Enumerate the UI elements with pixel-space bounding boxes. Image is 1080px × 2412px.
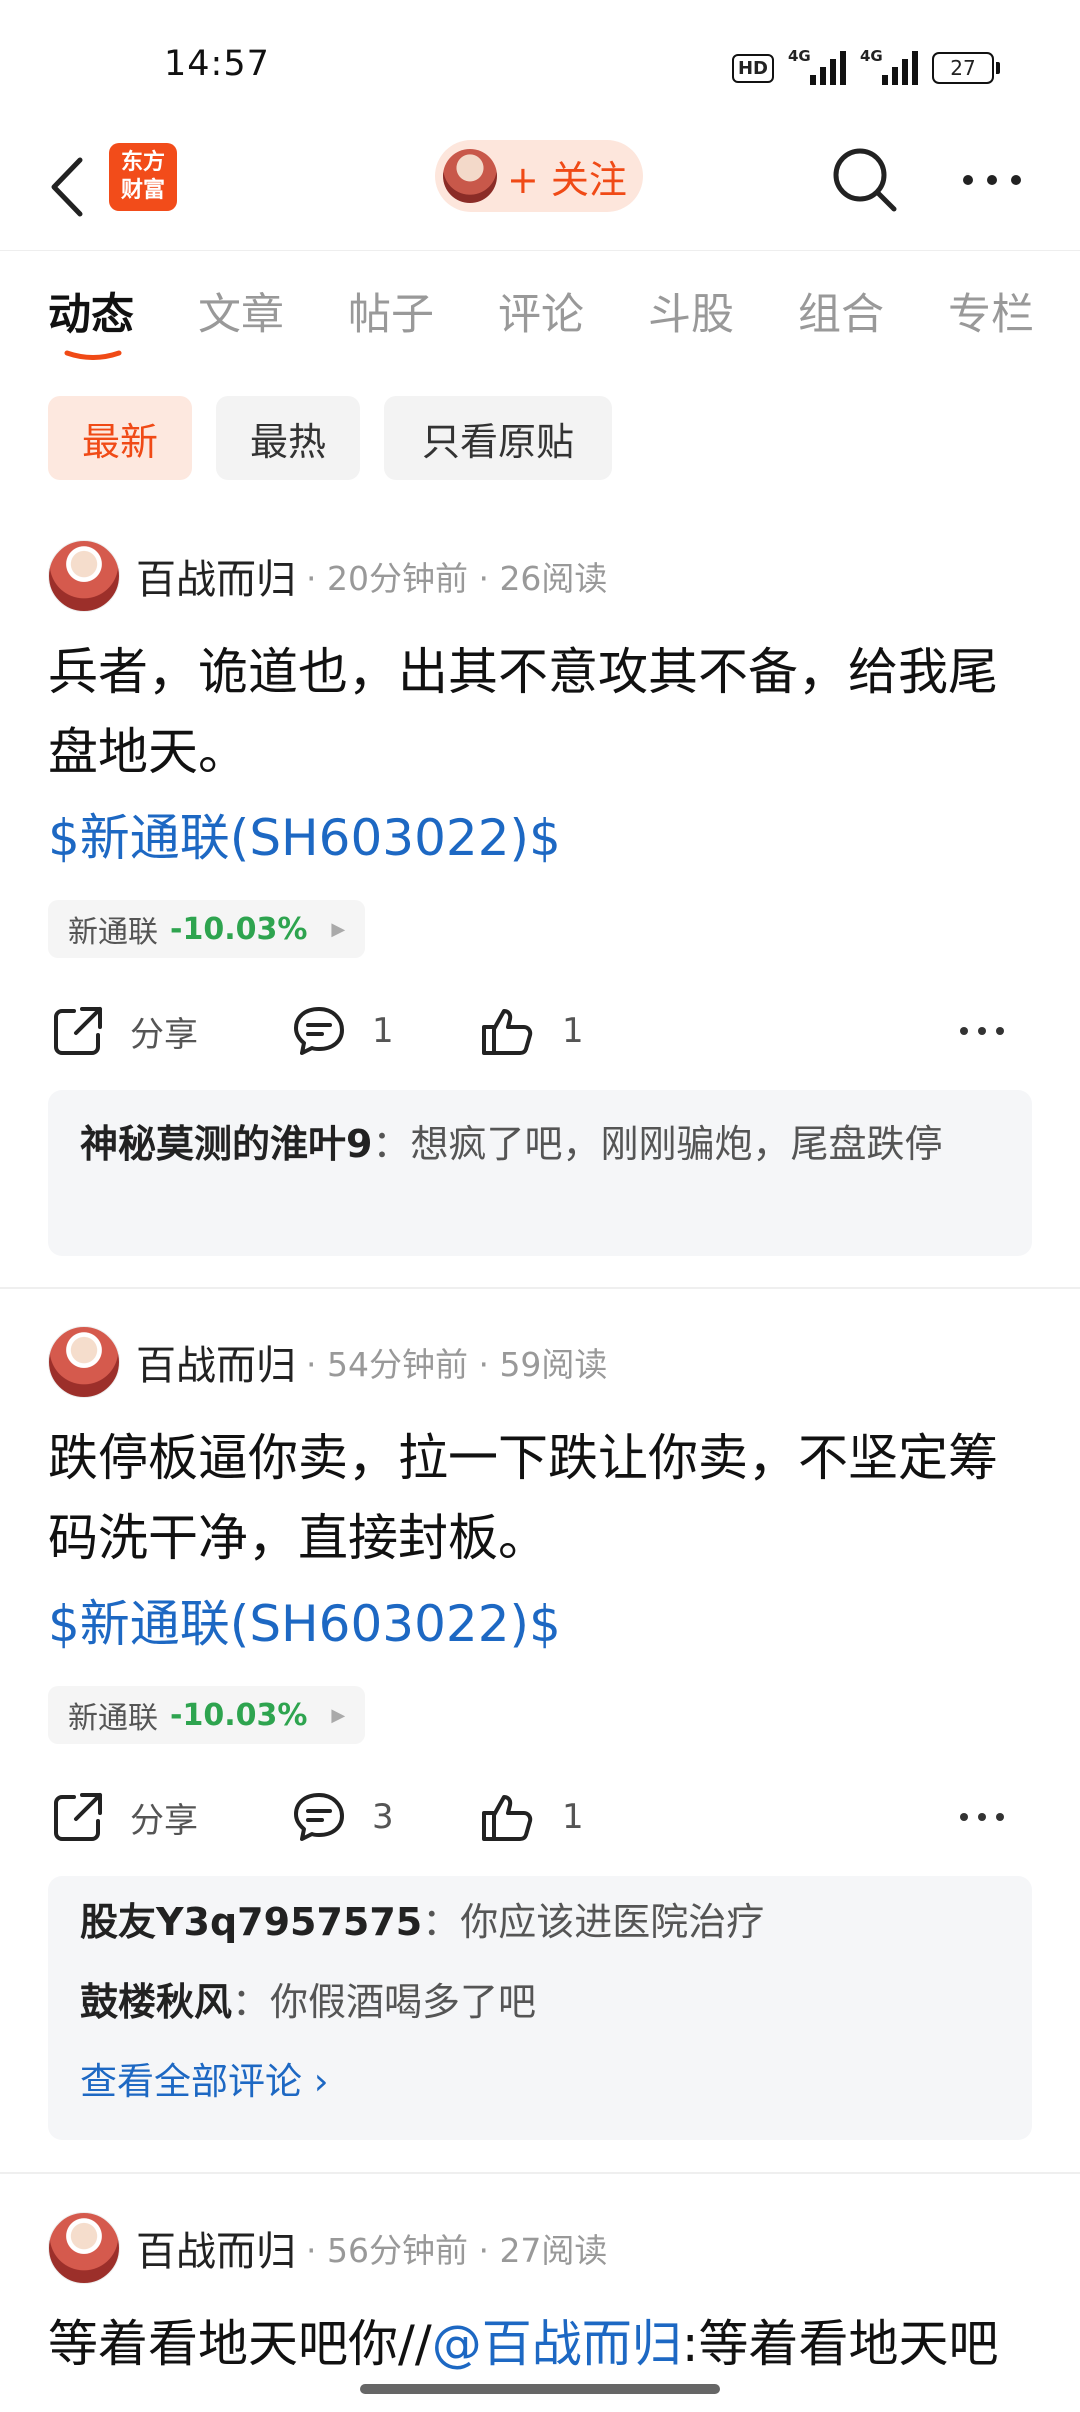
more-options-icon[interactable]: [960, 170, 1024, 190]
comment-item: 股友Y3q7957575：你应该进医院治疗: [80, 1900, 765, 1944]
mention-link[interactable]: @百战而归: [432, 2315, 682, 2373]
comment-preview[interactable]: 股友Y3q7957575：你应该进医院治疗 鼓楼秋风：你假酒喝多了吧 查看全部评…: [48, 1876, 1032, 2140]
comment-user: 股友Y3q7957575: [80, 1900, 423, 1944]
post-divider: [0, 1287, 1080, 1289]
more-options-icon: [960, 1813, 1004, 1821]
post-more-button[interactable]: [958, 1781, 1032, 1853]
follow-button[interactable]: + 关注: [435, 140, 643, 212]
tab-column[interactable]: 专栏: [948, 280, 1034, 342]
post-header: 百战而归 · 20分钟前 · 26阅读: [48, 540, 607, 612]
post-text: 等着看地天吧你//@百战而归:等着看地天吧: [48, 2315, 999, 2373]
tab-bar: 动态 文章 帖子 评论 斗股 组合 专栏: [0, 280, 1080, 360]
filter-hottest[interactable]: 最热: [216, 396, 360, 480]
tab-articles[interactable]: 文章: [198, 280, 284, 342]
avatar: [443, 149, 497, 203]
follow-label: + 关注: [507, 157, 627, 202]
post-actions: 分享 3 1: [48, 1781, 1032, 1853]
post-text: 跌停板逼你卖，拉一下跌让你卖，不坚定筹码洗干净，直接封板。: [48, 1429, 998, 1567]
signal-icon: 4G: [788, 47, 846, 85]
post-meta: · 20分钟前 · 26阅读: [306, 559, 608, 598]
comment-user: 神秘莫测的淮叶9: [80, 1122, 373, 1166]
avatar[interactable]: [48, 2212, 120, 2284]
like-button[interactable]: 1: [480, 1781, 584, 1853]
search-icon[interactable]: [828, 143, 900, 215]
comment-user: 鼓楼秋风: [80, 1980, 233, 2024]
filter-original-only[interactable]: 只看原贴: [384, 396, 612, 480]
post-header: 百战而归 · 56分钟前 · 27阅读: [48, 2212, 607, 2284]
comment-button[interactable]: 1: [292, 995, 394, 1067]
active-tab-indicator: [64, 350, 122, 360]
avatar[interactable]: [48, 1326, 120, 1398]
stock-change: -10.03%: [170, 1697, 308, 1733]
thumbs-up-icon: [482, 1795, 533, 1841]
comment-item: 神秘莫测的淮叶9：想疯了吧，刚刚骗炮，尾盘跌停: [80, 1122, 943, 1166]
chevron-right-icon: ▶: [331, 1704, 346, 1726]
battery-icon: 27: [932, 52, 1000, 84]
more-options-icon: [960, 1027, 1004, 1035]
view-all-comments-link[interactable]: 查看全部评论 ›: [80, 2042, 1000, 2122]
chevron-right-icon: ▶: [331, 918, 346, 940]
avatar[interactable]: [48, 540, 120, 612]
stock-quote-chip[interactable]: 新通联 -10.03% ▶: [48, 1686, 366, 1744]
stock-change: -10.03%: [170, 911, 308, 947]
post-divider: [0, 2172, 1080, 2174]
share-button[interactable]: 分享: [52, 995, 198, 1067]
share-icon: [54, 1007, 102, 1055]
comment-text: 你假酒喝多了吧: [270, 1980, 537, 2024]
post-meta: · 54分钟前 · 59阅读: [306, 1345, 608, 1384]
share-button[interactable]: 分享: [52, 1781, 198, 1853]
author-name[interactable]: 百战而归: [136, 2219, 296, 2277]
stock-name: 新通联: [68, 1701, 158, 1736]
stock-quote-chip[interactable]: 新通联 -10.03% ▶: [48, 900, 366, 958]
stock-name: 新通联: [68, 915, 158, 950]
comment-icon: [294, 1007, 344, 1055]
status-icons: HD 4G 4G 27: [731, 47, 1000, 88]
hd-voice-icon: HD: [731, 53, 774, 83]
post-header: 百战而归 · 54分钟前 · 59阅读: [48, 1326, 607, 1398]
tab-posts[interactable]: 帖子: [348, 280, 434, 342]
tab-portfolio[interactable]: 组合: [798, 280, 884, 342]
signal-icon-2: 4G: [860, 47, 918, 85]
author-name[interactable]: 百战而归: [136, 1333, 296, 1391]
post-actions: 分享 1 1: [48, 995, 1032, 1067]
post-more-button[interactable]: [958, 995, 1032, 1067]
home-indicator[interactable]: [360, 2384, 720, 2394]
share-icon: [54, 1793, 102, 1841]
status-time: 14:57: [164, 44, 270, 84]
tab-dynamic[interactable]: 动态: [48, 280, 134, 342]
author-name[interactable]: 百战而归: [136, 547, 296, 605]
back-arrow-icon[interactable]: [46, 152, 86, 222]
stock-link[interactable]: $新通联(SH603022)$: [48, 798, 1038, 878]
comment-text: 你应该进医院治疗: [460, 1900, 765, 1944]
tab-comments[interactable]: 评论: [498, 280, 584, 342]
top-nav: 东方 财富 + 关注: [0, 130, 1080, 251]
app-logo: 东方 财富: [109, 143, 177, 211]
status-bar: 14:57 HD 4G 4G 27: [0, 0, 1080, 130]
comment-text: 想疯了吧，刚刚骗炮，尾盘跌停: [410, 1122, 943, 1166]
comment-button[interactable]: 3: [292, 1781, 394, 1853]
tab-stock-battle[interactable]: 斗股: [648, 280, 734, 342]
thumbs-up-icon: [482, 1009, 533, 1055]
stock-link[interactable]: $新通联(SH603022)$: [48, 1584, 1038, 1664]
like-button[interactable]: 1: [480, 995, 584, 1067]
filter-bar: 最新 最热 只看原贴: [48, 396, 612, 480]
post-text: 兵者，诡道也，出其不意攻其不备，给我尾盘地天。: [48, 643, 998, 781]
comment-item: 鼓楼秋风：你假酒喝多了吧: [80, 1980, 537, 2024]
post-meta: · 56分钟前 · 27阅读: [306, 2231, 608, 2270]
filter-latest[interactable]: 最新: [48, 396, 192, 480]
comment-icon: [294, 1793, 344, 1841]
comment-preview[interactable]: 神秘莫测的淮叶9：想疯了吧，刚刚骗炮，尾盘跌停: [48, 1090, 1032, 1256]
